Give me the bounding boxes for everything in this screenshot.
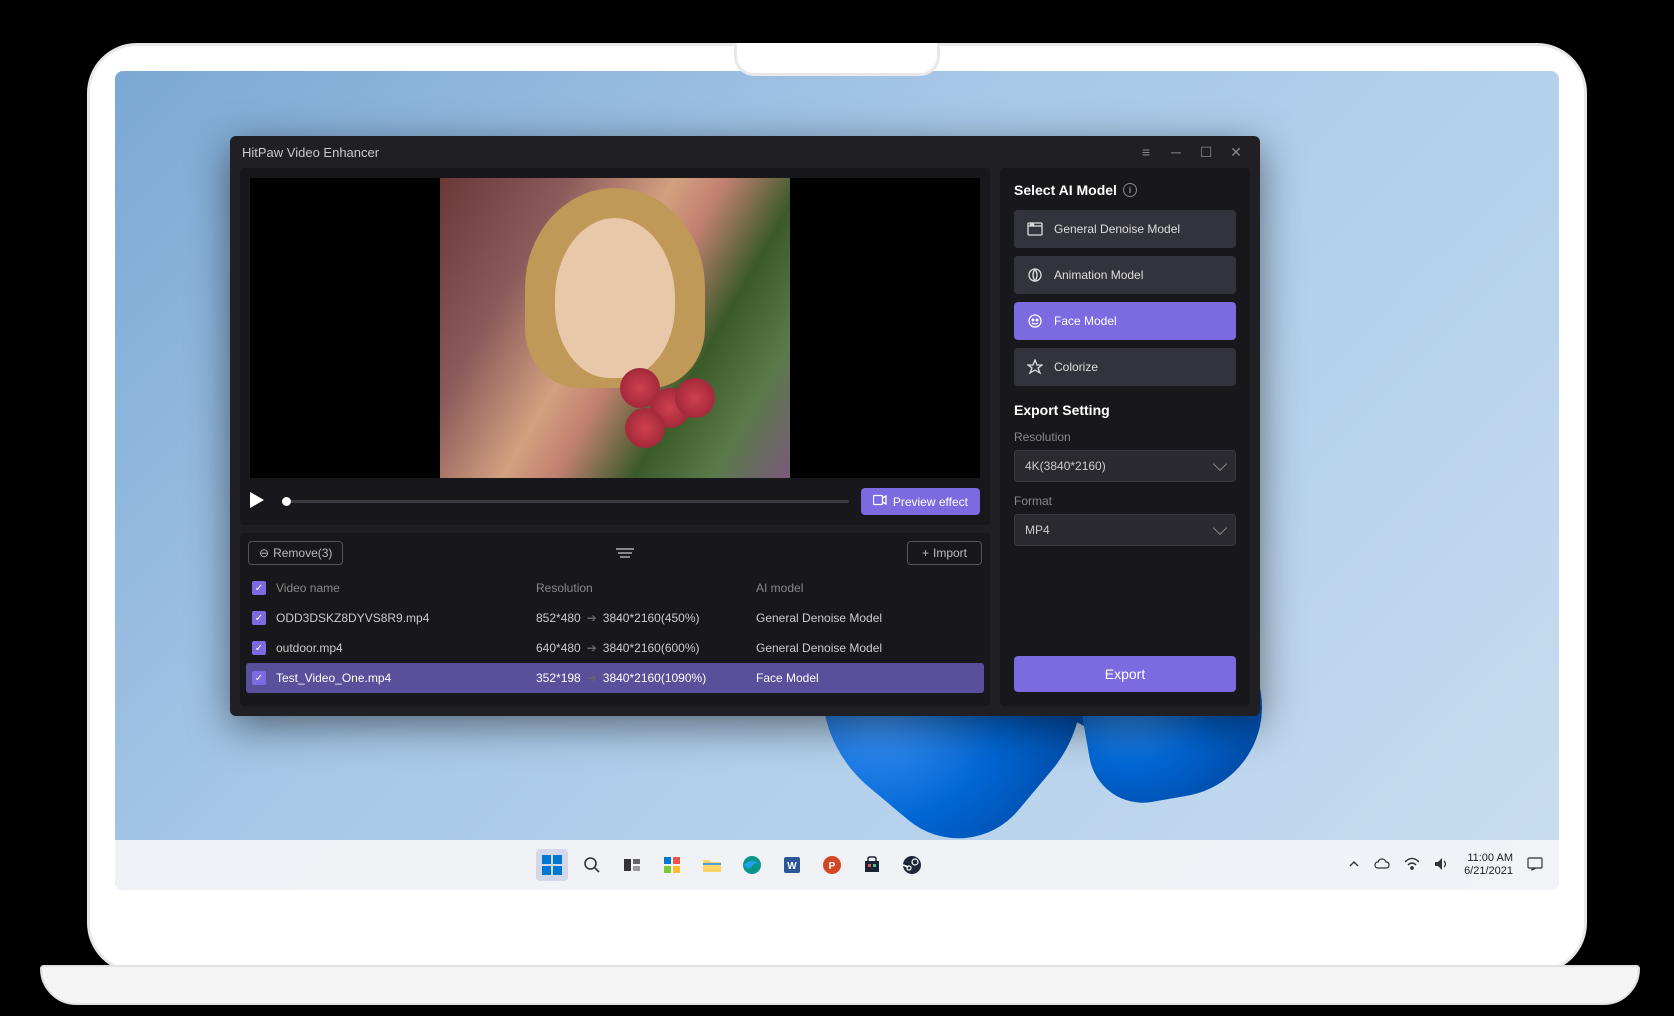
format-select[interactable]: MP4 xyxy=(1014,514,1236,546)
row-checkbox[interactable]: ✓ xyxy=(252,671,266,685)
model-icon xyxy=(1026,358,1044,376)
cloud-icon[interactable] xyxy=(1374,858,1390,873)
plus-icon: + xyxy=(922,546,929,560)
menu-icon[interactable]: ≡ xyxy=(1134,140,1158,164)
svg-text:P: P xyxy=(828,861,835,872)
right-sidebar: Select AI Model i General Denoise Model A… xyxy=(1000,168,1250,706)
model-icon xyxy=(1026,220,1044,238)
chevron-down-icon xyxy=(1213,521,1227,535)
model-cell: Face Model xyxy=(756,671,978,685)
export-button[interactable]: Export xyxy=(1014,656,1236,692)
chevron-up-icon[interactable] xyxy=(1348,858,1360,873)
column-name: Video name xyxy=(276,581,536,595)
start-button[interactable] xyxy=(536,849,568,881)
svg-text:W: W xyxy=(787,861,797,872)
close-button[interactable]: ✕ xyxy=(1224,140,1248,164)
widgets-icon[interactable] xyxy=(656,849,688,881)
export-setting-heading: Export Setting xyxy=(1014,402,1236,418)
resolution-label: Resolution xyxy=(1014,430,1236,444)
model-option-face-model[interactable]: Face Model xyxy=(1014,302,1236,340)
remove-button[interactable]: ⊖ Remove(3) xyxy=(248,541,343,565)
powerpoint-icon[interactable]: P xyxy=(816,849,848,881)
column-resolution: Resolution xyxy=(536,581,756,595)
video-name: outdoor.mp4 xyxy=(276,641,536,655)
resolution-cell: 640*480➔3840*2160(600%) xyxy=(536,641,756,655)
model-option-animation-model[interactable]: Animation Model xyxy=(1014,256,1236,294)
store-icon[interactable] xyxy=(856,849,888,881)
preview-effect-button[interactable]: Preview effect xyxy=(861,488,980,515)
app-window: HitPaw Video Enhancer ≡ ─ ☐ ✕ xyxy=(230,136,1260,716)
row-checkbox[interactable]: ✓ xyxy=(252,611,266,625)
model-option-colorize[interactable]: Colorize xyxy=(1014,348,1236,386)
video-name: ODD3DSKZ8DYVS8R9.mp4 xyxy=(276,611,536,625)
video-list-panel: ⊖ Remove(3) + Import xyxy=(240,533,990,706)
model-cell: General Denoise Model xyxy=(756,611,978,625)
model-option-general-denoise-model[interactable]: General Denoise Model xyxy=(1014,210,1236,248)
volume-icon[interactable] xyxy=(1434,857,1450,874)
minus-circle-icon: ⊖ xyxy=(259,546,269,560)
video-name: Test_Video_One.mp4 xyxy=(276,671,536,685)
steam-icon[interactable] xyxy=(896,849,928,881)
resolution-cell: 352*198➔3840*2160(1090%) xyxy=(536,671,756,685)
app-title: HitPaw Video Enhancer xyxy=(242,145,1134,160)
play-button[interactable] xyxy=(250,492,270,512)
row-checkbox[interactable]: ✓ xyxy=(252,641,266,655)
model-icon xyxy=(1026,266,1044,284)
table-row[interactable]: ✓ Test_Video_One.mp4 352*198➔3840*2160(1… xyxy=(246,663,984,693)
model-cell: General Denoise Model xyxy=(756,641,978,655)
arrow-right-icon: ➔ xyxy=(587,611,597,625)
laptop-frame: HitPaw Video Enhancer ≡ ─ ☐ ✕ xyxy=(87,43,1587,973)
select-model-heading: Select AI Model i xyxy=(1014,182,1236,198)
search-icon[interactable] xyxy=(576,849,608,881)
format-label: Format xyxy=(1014,494,1236,508)
arrow-right-icon: ➔ xyxy=(587,671,597,685)
table-row[interactable]: ✓ ODD3DSKZ8DYVS8R9.mp4 852*480➔3840*2160… xyxy=(240,603,990,633)
taskbar: W P 11:00 AM 6/21/2021 xyxy=(115,840,1559,890)
preview-panel: Preview effect xyxy=(240,168,990,525)
desktop-screen: HitPaw Video Enhancer ≡ ─ ☐ ✕ xyxy=(115,71,1559,890)
video-preview[interactable] xyxy=(250,178,980,478)
laptop-base xyxy=(40,965,1640,1005)
maximize-button[interactable]: ☐ xyxy=(1194,140,1218,164)
word-icon[interactable]: W xyxy=(776,849,808,881)
info-icon[interactable]: i xyxy=(1123,183,1137,197)
progress-slider[interactable] xyxy=(282,500,849,503)
edge-icon[interactable] xyxy=(736,849,768,881)
import-button[interactable]: + Import xyxy=(907,541,982,565)
titlebar[interactable]: HitPaw Video Enhancer ≡ ─ ☐ ✕ xyxy=(230,136,1260,168)
arrow-right-icon: ➔ xyxy=(587,641,597,655)
task-view-icon[interactable] xyxy=(616,849,648,881)
clock[interactable]: 11:00 AM 6/21/2021 xyxy=(1464,852,1513,878)
list-header: ✓ Video name Resolution AI model xyxy=(240,573,990,603)
sort-icon[interactable] xyxy=(616,548,634,558)
column-model: AI model xyxy=(756,581,978,595)
explorer-icon[interactable] xyxy=(696,849,728,881)
wifi-icon[interactable] xyxy=(1404,857,1420,874)
minimize-button[interactable]: ─ xyxy=(1164,140,1188,164)
chevron-down-icon xyxy=(1213,457,1227,471)
select-all-checkbox[interactable]: ✓ xyxy=(252,581,266,595)
table-row[interactable]: ✓ outdoor.mp4 640*480➔3840*2160(600%) Ge… xyxy=(240,633,990,663)
resolution-cell: 852*480➔3840*2160(450%) xyxy=(536,611,756,625)
model-icon xyxy=(1026,312,1044,330)
notifications-icon[interactable] xyxy=(1527,857,1543,874)
camera-icon xyxy=(873,494,887,509)
resolution-select[interactable]: 4K(3840*2160) xyxy=(1014,450,1236,482)
